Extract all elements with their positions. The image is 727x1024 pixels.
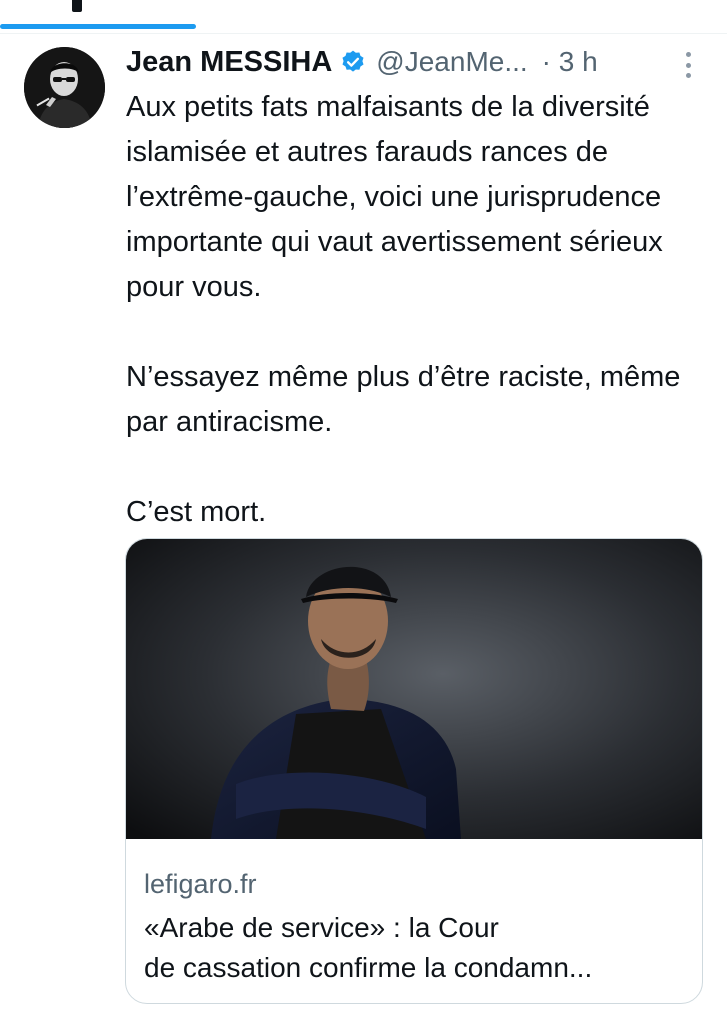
link-title: «Arabe de service» : la Cour de cassatio… (144, 908, 689, 988)
active-tab-indicator (0, 24, 196, 29)
link-preview-image (126, 539, 702, 839)
top-tab-bar (0, 0, 727, 33)
divider (0, 33, 727, 34)
more-options-icon[interactable] (676, 50, 700, 80)
avatar[interactable] (24, 47, 105, 128)
author-handle[interactable]: @JeanMe... (376, 46, 527, 78)
tweet-paragraph: N’essayez même plus d’être raciste, même… (126, 361, 681, 438)
link-preview-card[interactable]: lefigaro.fr «Arabe de service» : la Cour… (125, 538, 703, 1004)
link-preview-meta: lefigaro.fr «Arabe de service» : la Cour… (144, 864, 689, 988)
avatar-image (24, 47, 105, 128)
link-title-line: «Arabe de service» : la Cour (144, 912, 499, 943)
verified-badge-icon (340, 49, 366, 75)
tweet-body: Aux petits fats malfaisants de la divers… (126, 85, 716, 535)
link-title-line: de cassation confirme la condamn... (144, 952, 593, 983)
tweet-paragraph: Aux petits fats malfaisants de la divers… (126, 91, 663, 303)
tweet-paragraph: C’est mort. (126, 496, 267, 528)
tweet-header: Jean MESSIHA @JeanMe... · 3 h (126, 42, 706, 82)
link-domain: lefigaro.fr (144, 869, 257, 899)
tab-label-fragment (72, 0, 82, 12)
tweet-timestamp[interactable]: · 3 h (542, 46, 598, 78)
author-name[interactable]: Jean MESSIHA (126, 46, 332, 79)
